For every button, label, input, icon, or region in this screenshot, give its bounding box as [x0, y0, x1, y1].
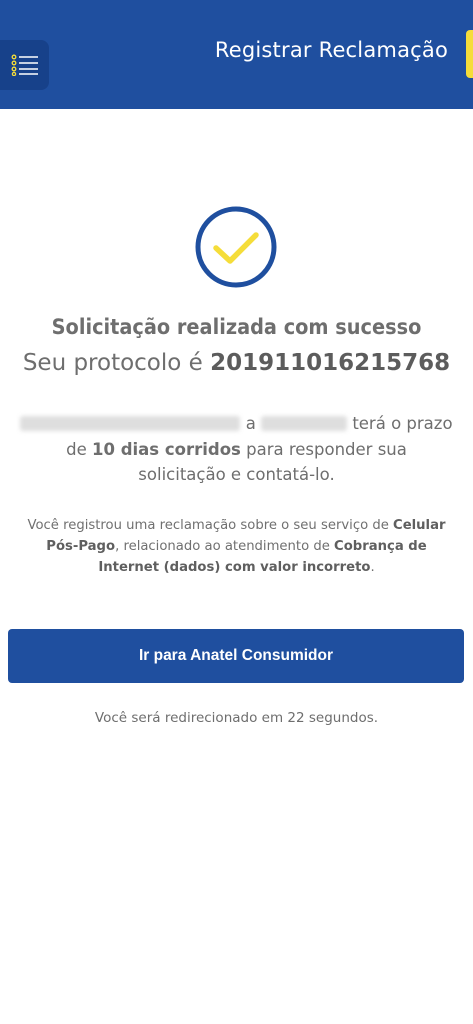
success-title: Solicitação realizada com sucesso	[51, 315, 422, 339]
page-title: Registrar Reclamação	[214, 38, 448, 62]
protocol-line: Seu protocolo é 201911016215768	[0, 350, 473, 376]
deadline-days: 10 dias corridos	[91, 439, 241, 459]
deadline-text: a terá o prazo de 10 dias corridos para …	[20, 411, 453, 488]
redirect-suffix: segundos.	[308, 710, 379, 726]
redacted-provider	[261, 416, 348, 431]
deadline-connector: a	[245, 414, 256, 433]
info-middle: , relacionado ao atendimento de	[115, 539, 330, 554]
menu-button[interactable]	[0, 40, 49, 90]
redirect-seconds: 22	[287, 710, 305, 726]
check-circle-icon	[194, 205, 278, 293]
anatel-consumidor-button[interactable]: Ir para Anatel Consumidor	[8, 629, 464, 683]
redirect-notice: Você será redirecionado em 22 segundos.	[0, 710, 473, 726]
list-menu-icon	[11, 54, 38, 76]
redirect-prefix: Você será redirecionado em	[94, 710, 284, 726]
protocol-number: 201911016215768	[210, 350, 451, 376]
complaint-info: Você registrou uma reclamação sobre o se…	[20, 515, 453, 578]
side-tab[interactable]	[466, 30, 473, 78]
info-prefix: Você registrou uma reclamação sobre o se…	[27, 518, 389, 533]
app-header: Registrar Reclamação	[0, 0, 473, 109]
redacted-company	[20, 416, 241, 431]
protocol-label: Seu protocolo é	[22, 350, 203, 376]
info-suffix: .	[370, 560, 375, 575]
